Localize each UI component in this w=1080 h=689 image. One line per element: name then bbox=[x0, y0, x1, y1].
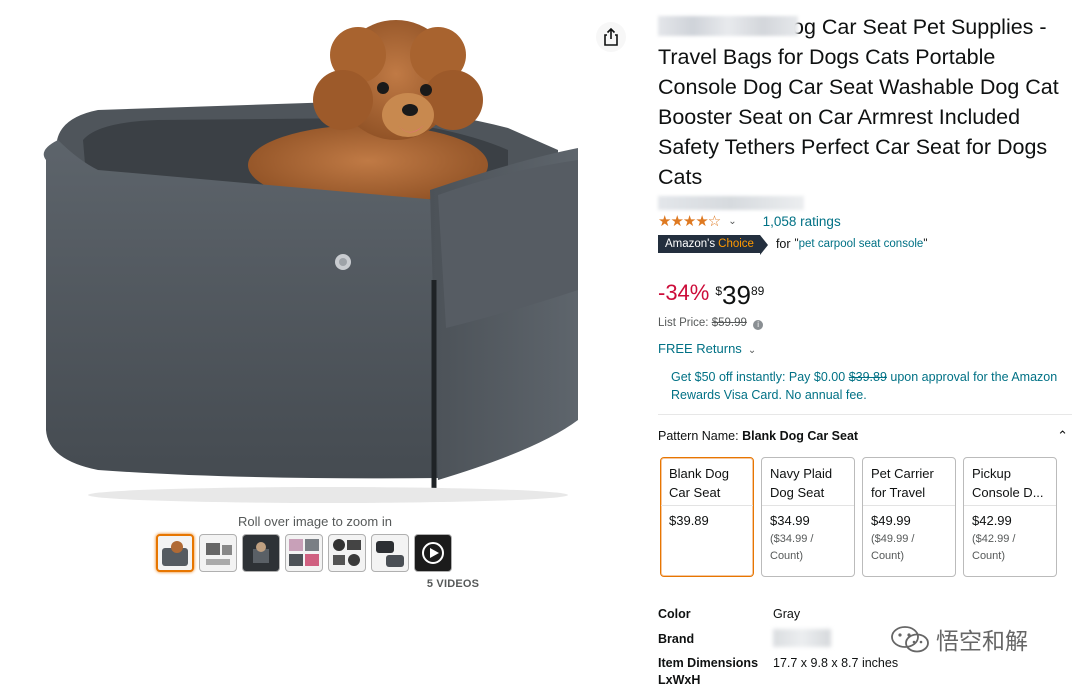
discount-percent: -34% bbox=[658, 280, 710, 305]
chevron-down-icon: ⌄ bbox=[747, 345, 757, 356]
watermark-text: 悟空和解 bbox=[936, 629, 1028, 655]
thumbnail-image bbox=[243, 535, 279, 571]
promo-strike-price: $39.89 bbox=[848, 370, 887, 384]
thumbnail-image bbox=[289, 539, 319, 566]
choice-word: Choice bbox=[718, 238, 754, 250]
play-icon bbox=[422, 542, 444, 564]
share-icon bbox=[604, 28, 618, 46]
spec-label: Item Dimensions LxWxH bbox=[658, 655, 773, 689]
amazons-choice-badge[interactable]: Amazon's Choice bbox=[658, 235, 768, 255]
swatch-price: $34.99 bbox=[770, 513, 810, 528]
swatch-name: Pickup Console D... bbox=[964, 458, 1056, 506]
price-whole: 39 bbox=[722, 280, 751, 310]
rating-row: ★★★★☆ ⌄ 1,058 ratings bbox=[658, 211, 841, 231]
free-returns-link[interactable]: FREE Returns ⌄ bbox=[658, 341, 756, 356]
thumbnail-image bbox=[333, 539, 361, 566]
swatch-pickup-console[interactable]: Pickup Console D... $42.99 ($42.99 / Cou… bbox=[963, 457, 1057, 577]
spec-value: Gray bbox=[773, 607, 801, 621]
price-symbol: $ bbox=[715, 284, 723, 298]
thumbnail-3[interactable] bbox=[242, 534, 280, 572]
swatch-name: Pet Carrier for Travel bbox=[863, 458, 955, 506]
visa-promo-link[interactable]: Get $50 off instantly: Pay $0.00 $39.89 … bbox=[671, 368, 1061, 404]
chevron-up-icon[interactable]: ⌃ bbox=[1057, 428, 1068, 444]
thumbnail-2[interactable] bbox=[199, 534, 237, 572]
videos-count[interactable]: 5 VIDEOS bbox=[418, 578, 488, 590]
quote-close: " bbox=[923, 238, 928, 250]
spec-row-brand: Brand bbox=[658, 628, 898, 656]
thumbnail-image bbox=[206, 543, 232, 565]
product-title: og Car Seat Pet Supplies - Travel Bags f… bbox=[658, 12, 1076, 192]
ratings-count-link[interactable]: 1,058 ratings bbox=[763, 214, 841, 229]
main-product-image[interactable] bbox=[38, 10, 586, 508]
price-block: -34% $ 39 89 bbox=[658, 278, 764, 312]
section-divider bbox=[658, 414, 1072, 415]
swatch-unit-price: ($34.99 / Count) bbox=[770, 533, 814, 562]
spec-label-line1: Item Dimensions bbox=[658, 656, 759, 670]
thumbnail-strip bbox=[156, 534, 452, 576]
dog-car-seat-illustration bbox=[43, 20, 578, 503]
zoom-hint: Roll over image to zoom in bbox=[238, 514, 392, 529]
free-returns-text: FREE Returns bbox=[658, 341, 742, 356]
thumbnail-5[interactable] bbox=[328, 534, 366, 572]
pattern-value: Blank Dog Car Seat bbox=[742, 429, 859, 443]
spec-label-line2: LxWxH bbox=[658, 673, 701, 687]
promo-before: Get $50 off instantly: Pay $0.00 bbox=[671, 370, 846, 384]
choice-for-text: for bbox=[775, 237, 791, 251]
swatch-price: $49.99 bbox=[871, 513, 911, 528]
swatch-name: Navy Plaid Dog Seat bbox=[762, 458, 854, 506]
choice-keyword-link[interactable]: pet carpool seat console bbox=[799, 238, 924, 250]
pattern-label: Pattern Name: bbox=[658, 429, 739, 443]
choice-prefix: Amazon's bbox=[665, 238, 716, 250]
spec-label: Brand bbox=[658, 631, 695, 646]
spec-row-color: Color Gray bbox=[658, 606, 898, 631]
pattern-swatches: Blank Dog Car Seat $39.89 Navy Plaid Dog… bbox=[660, 457, 1057, 577]
pattern-name-row: Pattern Name: Blank Dog Car Seat ⌃ bbox=[658, 428, 1072, 444]
spec-label: Color bbox=[658, 607, 691, 621]
swatch-navy-plaid-dog-seat[interactable]: Navy Plaid Dog Seat $34.99 ($34.99 / Cou… bbox=[761, 457, 855, 577]
chevron-down-icon[interactable]: ⌄ bbox=[728, 216, 736, 227]
thumbnail-image bbox=[376, 541, 404, 567]
product-specs: Color Gray Brand Item Dimensions LxWxH 1… bbox=[658, 606, 898, 689]
thumbnail-4[interactable] bbox=[285, 534, 323, 572]
spec-value: 17.7 x 9.8 x 8.7 inches bbox=[773, 656, 899, 670]
swatch-name: Blank Dog Car Seat bbox=[661, 458, 753, 506]
amazons-choice-row: Amazon's Choice for " pet carpool seat co… bbox=[658, 235, 928, 255]
info-icon[interactable]: i bbox=[753, 320, 764, 330]
redacted-store-link[interactable] bbox=[658, 196, 804, 210]
swatch-unit-price: ($49.99 / Count) bbox=[871, 533, 915, 562]
watermark: 悟空和解 bbox=[890, 622, 1028, 656]
thumbnail-image bbox=[162, 541, 188, 566]
list-price-value: $59.99 bbox=[711, 317, 747, 329]
redacted-brand bbox=[658, 16, 798, 36]
swatch-price: $39.89 bbox=[669, 513, 709, 528]
list-price-label: List Price: bbox=[658, 317, 709, 329]
swatch-pet-carrier-for-travel[interactable]: Pet Carrier for Travel $49.99 ($49.99 / … bbox=[862, 457, 956, 577]
share-button[interactable] bbox=[596, 22, 626, 52]
thumbnail-1[interactable] bbox=[156, 534, 194, 572]
list-price: List Price: $59.99 i bbox=[658, 317, 764, 330]
redacted-brand-value bbox=[773, 628, 831, 647]
wechat-icon bbox=[891, 626, 929, 653]
thumbnail-6[interactable] bbox=[371, 534, 409, 572]
swatch-unit-price: ($42.99 / Count) bbox=[972, 533, 1016, 562]
product-title-text: og Car Seat Pet Supplies - Travel Bags f… bbox=[658, 15, 1059, 189]
price-fraction: 89 bbox=[750, 284, 765, 298]
star-rating-icon[interactable]: ★★★★☆ bbox=[658, 212, 721, 230]
spec-row-dimensions: Item Dimensions LxWxH 17.7 x 9.8 x 8.7 i… bbox=[658, 655, 898, 689]
swatch-price: $42.99 bbox=[972, 513, 1012, 528]
swatch-unit-price bbox=[661, 528, 753, 531]
thumbnail-video[interactable] bbox=[414, 534, 452, 572]
swatch-blank-dog-car-seat[interactable]: Blank Dog Car Seat $39.89 bbox=[660, 457, 754, 577]
